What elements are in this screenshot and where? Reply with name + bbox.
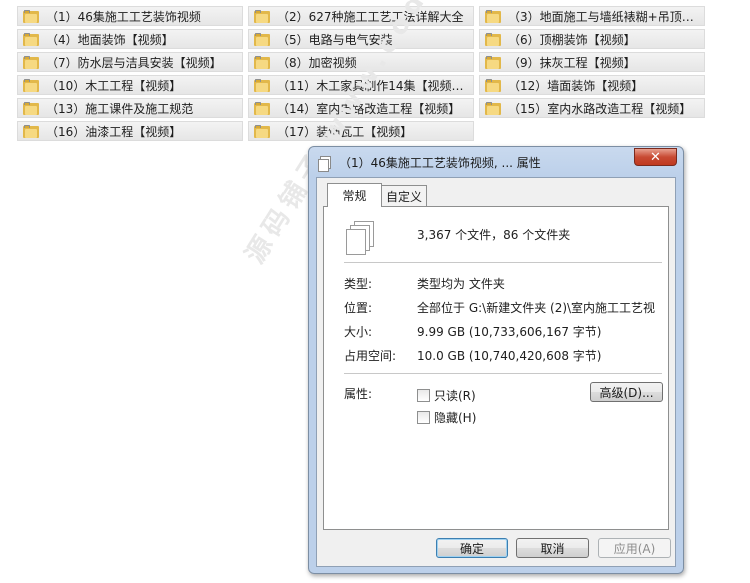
folder-item[interactable]: （16）油漆工程【视频】 <box>17 121 243 141</box>
folder-icon <box>23 101 40 115</box>
folder-name: （3）地面施工与墙纸裱糊+吊顶工... <box>508 9 704 24</box>
tab-general[interactable]: 常规 <box>327 183 382 207</box>
apply-button[interactable]: 应用(A) <box>598 538 671 558</box>
ok-button-label: 确定 <box>459 541 484 556</box>
properties-dialog: （1）46集施工工艺装饰视频, ... 属性 ✕ 常规 自定义 3,367 个文… <box>308 146 684 574</box>
folder-item[interactable]: （6）顶棚装饰【视频】 <box>479 29 705 49</box>
folder-icon <box>254 78 271 92</box>
checkbox-box[interactable] <box>417 389 430 402</box>
disk-size-value: 10.0 GB (10,740,420,608 字节) <box>417 349 602 363</box>
hidden-checkbox[interactable]: 隐藏(H) <box>417 409 476 426</box>
readonly-label: 只读(R) <box>434 389 476 403</box>
folder-icon <box>23 9 40 23</box>
folder-icon <box>485 32 502 46</box>
dialog-client: 常规 自定义 3,367 个文件，86 个文件夹 类型: 类型均为 文件夹 位置… <box>316 177 676 567</box>
location-label: 位置: <box>344 301 373 315</box>
folder-item[interactable]: （13）施工课件及施工规范 <box>17 98 243 118</box>
folder-icon <box>485 9 502 23</box>
advanced-button[interactable]: 高级(D)... <box>590 382 663 402</box>
type-label: 类型: <box>344 277 373 291</box>
type-value: 类型均为 文件夹 <box>417 277 505 291</box>
folder-icon <box>254 32 271 46</box>
checkbox-box[interactable] <box>417 411 430 424</box>
folder-item[interactable]: （9）抹灰工程【视频】 <box>479 52 705 72</box>
folder-icon <box>23 55 40 69</box>
folder-icon <box>23 78 40 92</box>
location-value: 全部位于 G:\新建文件夹 (2)\室内施工工艺视 <box>417 301 656 315</box>
disk-size-label: 占用空间: <box>344 349 397 363</box>
cancel-button[interactable]: 取消 <box>516 538 589 558</box>
tab-label: 常规 <box>342 189 367 203</box>
close-button[interactable]: ✕ <box>634 148 677 166</box>
separator <box>344 373 662 374</box>
size-label: 大小: <box>344 325 373 339</box>
folder-name: （12）墙面装饰【视频】 <box>508 78 644 93</box>
folder-name: （2）627种施工工艺工法详解大全 <box>277 9 464 24</box>
folder-icon <box>254 9 271 23</box>
folder-icon <box>485 101 502 115</box>
folder-name: （4）地面装饰【视频】 <box>46 32 174 47</box>
folder-name: （10）木工工程【视频】 <box>46 78 182 93</box>
properties-icon <box>318 156 331 172</box>
ok-button[interactable]: 确定 <box>436 538 508 558</box>
folder-icon <box>254 55 271 69</box>
cancel-button-label: 取消 <box>540 541 565 556</box>
readonly-checkbox[interactable]: 只读(R) <box>417 387 476 404</box>
folder-icon <box>23 32 40 46</box>
advanced-button-label: 高级(D)... <box>599 385 654 400</box>
dialog-titlebar[interactable]: （1）46集施工工艺装饰视频, ... 属性 ✕ <box>309 147 683 177</box>
folder-item[interactable]: （17）装饰瓦工【视频】 <box>248 121 474 141</box>
attributes-label: 属性: <box>344 387 373 401</box>
folder-name: （9）抹灰工程【视频】 <box>508 55 636 70</box>
folder-name: （6）顶棚装饰【视频】 <box>508 32 636 47</box>
folder-item[interactable]: （7）防水层与洁具安装【视频】 <box>17 52 243 72</box>
folder-icon <box>254 124 271 138</box>
folder-item[interactable]: （4）地面装饰【视频】 <box>17 29 243 49</box>
file-count-summary: 3,367 个文件，86 个文件夹 <box>417 228 571 242</box>
folder-icon <box>254 101 271 115</box>
size-value: 9.99 GB (10,733,606,167 字节) <box>417 325 602 339</box>
folder-icon <box>485 78 502 92</box>
folder-item[interactable]: （1）46集施工工艺装饰视频 <box>17 6 243 26</box>
separator <box>344 262 662 263</box>
hidden-label: 隐藏(H) <box>434 411 477 425</box>
folder-item[interactable]: （10）木工工程【视频】 <box>17 75 243 95</box>
folder-item[interactable]: （12）墙面装饰【视频】 <box>479 75 705 95</box>
folder-name: （15）室内水路改造工程【视频】 <box>508 101 692 116</box>
close-icon: ✕ <box>650 149 661 165</box>
multiple-files-icon <box>346 221 376 255</box>
folder-icon <box>485 55 502 69</box>
tab-label: 自定义 <box>385 189 422 204</box>
folder-item[interactable]: （15）室内水路改造工程【视频】 <box>479 98 705 118</box>
folder-item[interactable]: （2）627种施工工艺工法详解大全 <box>248 6 474 26</box>
folder-name: （1）46集施工工艺装饰视频 <box>46 9 201 24</box>
general-panel: 3,367 个文件，86 个文件夹 类型: 类型均为 文件夹 位置: 全部位于 … <box>323 206 669 530</box>
tab-custom[interactable]: 自定义 <box>381 185 427 206</box>
folder-icon <box>23 124 40 138</box>
apply-button-label: 应用(A) <box>613 541 656 556</box>
folder-item[interactable]: （3）地面施工与墙纸裱糊+吊顶工... <box>479 6 705 26</box>
dialog-title: （1）46集施工工艺装饰视频, ... 属性 <box>339 156 541 170</box>
folder-name: （16）油漆工程【视频】 <box>46 124 182 139</box>
folder-name: （13）施工课件及施工规范 <box>46 101 194 116</box>
folder-name: （7）防水层与洁具安装【视频】 <box>46 55 222 70</box>
